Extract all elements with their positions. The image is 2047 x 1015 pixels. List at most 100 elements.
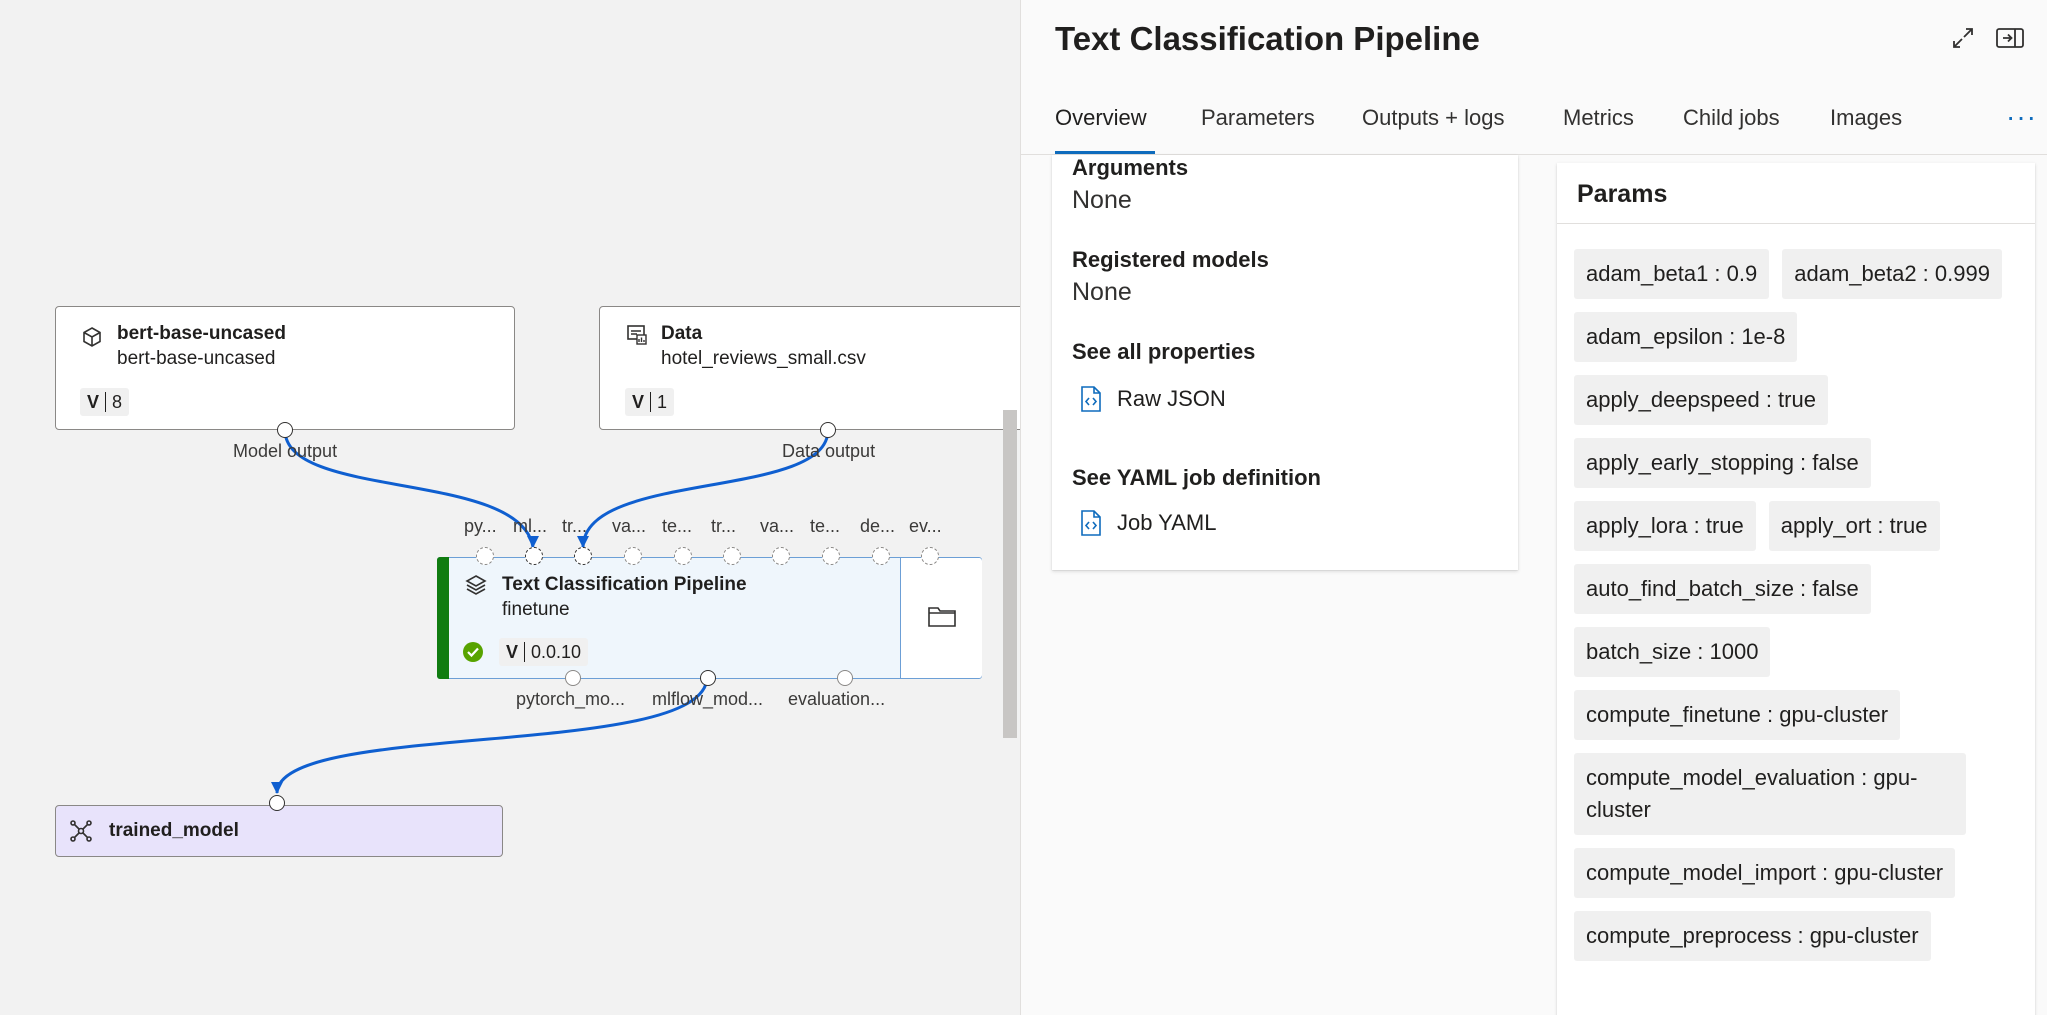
code-file-icon (1081, 510, 1101, 536)
port-label-model-output: Model output (233, 441, 338, 461)
node-data[interactable]: Data hotel_reviews_small.csv V 1 (599, 306, 1020, 430)
input-label: tr... (711, 516, 737, 536)
tab-parameters[interactable]: Parameters (1201, 105, 1315, 131)
edge-pipeline-to-trained (275, 676, 709, 794)
node-title: bert-base-uncased (117, 323, 286, 344)
version-badge: V 1 (625, 388, 675, 416)
node-subtitle: finetune (502, 599, 570, 620)
status-bar (437, 557, 449, 679)
node-trained-model[interactable]: trained_model (55, 805, 503, 857)
job-yaml-link[interactable]: Job YAML (1079, 509, 1216, 537)
param-chip: compute_preprocess : gpu-cluster (1574, 911, 1931, 961)
params-title: Params (1577, 180, 1668, 208)
input-port[interactable] (624, 547, 642, 565)
raw-json-label: Raw JSON (1117, 386, 1226, 411)
output-port-evaluation[interactable] (837, 670, 853, 686)
see-all-properties-label: See all properties (1072, 339, 1256, 364)
version-prefix: V (87, 392, 107, 412)
params-header: Params (1557, 163, 2035, 224)
params-list: adam_beta1 : 0.9 adam_beta2 : 0.999 adam… (1574, 249, 2014, 961)
input-port-trained-model[interactable] (269, 795, 285, 811)
node-title: Data (661, 323, 703, 344)
tab-metrics[interactable]: Metrics (1563, 105, 1634, 131)
node-subtitle: bert-base-uncased (117, 348, 276, 369)
folder-icon[interactable] (927, 604, 957, 628)
edge-arrow-3 (271, 782, 283, 794)
node-subtitle: hotel_reviews_small.csv (661, 348, 866, 369)
param-chip: batch_size : 1000 (1574, 627, 1771, 677)
input-label: te... (810, 516, 841, 536)
param-chip: apply_lora : true (1574, 501, 1756, 551)
check-circle-icon (463, 642, 483, 662)
version-prefix: V (632, 392, 652, 412)
arguments-label: Arguments (1072, 155, 1189, 180)
param-chip: adam_beta2 : 0.999 (1782, 249, 2002, 299)
input-label: va... (612, 516, 647, 536)
param-chip: apply_deepspeed : true (1574, 375, 1828, 425)
port-label-data-output: Data output (782, 441, 876, 461)
version-badge: V 8 (80, 388, 130, 416)
dataset-icon (627, 325, 647, 345)
param-chip: compute_finetune : gpu-cluster (1574, 690, 1901, 740)
input-port[interactable] (476, 547, 494, 565)
version-value: 0.0.10 (531, 641, 582, 662)
input-label: tr... (562, 516, 588, 536)
port-model-output[interactable] (277, 422, 293, 438)
input-label: te... (662, 516, 693, 536)
canvas-scrollbar[interactable] (1003, 410, 1017, 738)
layers-icon (465, 575, 487, 595)
input-port[interactable] (921, 547, 939, 565)
input-port[interactable] (674, 547, 692, 565)
node-bert-base-uncased[interactable]: bert-base-uncased bert-base-uncased V 8 (55, 306, 515, 430)
input-port[interactable] (723, 547, 741, 565)
param-chip: apply_early_stopping : false (1574, 438, 1871, 488)
tab-bar: Overview Parameters Outputs + logs Metri… (1021, 95, 2047, 155)
registered-models-value: None (1072, 278, 1132, 306)
raw-json-link[interactable]: Raw JSON (1079, 385, 1226, 413)
input-label: de... (860, 516, 896, 536)
output-port-pytorch[interactable] (565, 670, 581, 686)
output-label: mlflow_mod... (652, 689, 764, 709)
tab-images[interactable]: Images (1830, 105, 1902, 131)
dock-right-icon[interactable] (1994, 22, 2026, 54)
input-label: ml... (513, 516, 547, 536)
input-port[interactable] (525, 547, 543, 565)
version-badge: V 0.0.10 (499, 638, 589, 666)
param-chip: compute_model_import : gpu-cluster (1574, 848, 1956, 898)
input-port[interactable] (872, 547, 890, 565)
pipeline-canvas[interactable]: bert-base-uncased bert-base-uncased V 8 … (0, 0, 1020, 1015)
arguments-value: None (1072, 186, 1132, 214)
input-port[interactable] (822, 547, 840, 565)
param-chip: compute_model_evaluation : gpu-cluster (1574, 753, 1966, 835)
details-panel: Text Classification Pipeline Overview Pa… (1020, 0, 2047, 1015)
param-chip: adam_epsilon : 1e-8 (1574, 312, 1798, 362)
params-card: Params adam_beta1 : 0.9 adam_beta2 : 0.9… (1557, 163, 2035, 1015)
param-chip: auto_find_batch_size : false (1574, 564, 1871, 614)
tab-overview[interactable]: Overview (1055, 105, 1147, 131)
version-prefix: V (506, 642, 526, 662)
network-icon (70, 820, 92, 842)
registered-models-label: Registered models (1072, 247, 1269, 272)
cube-icon (83, 327, 101, 347)
param-chip: apply_ort : true (1768, 501, 1940, 551)
node-text-classification-pipeline[interactable]: Text Classification Pipeline finetune V … (437, 557, 982, 679)
version-value: 8 (112, 391, 123, 412)
see-yaml-label: See YAML job definition (1072, 465, 1321, 490)
input-port[interactable] (574, 547, 592, 565)
pipeline-side-panel[interactable] (900, 558, 982, 678)
port-data-output[interactable] (820, 422, 836, 438)
input-label: py... (464, 516, 497, 536)
output-port-mlflow[interactable] (700, 670, 716, 686)
active-tab-indicator (1055, 151, 1155, 154)
input-port[interactable] (772, 547, 790, 565)
tab-child-jobs[interactable]: Child jobs (1683, 105, 1780, 131)
output-label: pytorch_mo... (516, 689, 626, 709)
job-yaml-label: Job YAML (1117, 510, 1217, 535)
param-chip: adam_beta1 : 0.9 (1574, 249, 1770, 299)
expand-icon[interactable] (1947, 22, 1979, 54)
edges-layer (271, 429, 830, 794)
code-file-icon (1081, 386, 1101, 412)
more-tabs-button[interactable]: ··· (2006, 101, 2037, 133)
properties-card: Arguments None Registered models None Se… (1052, 155, 1518, 570)
tab-outputs-logs[interactable]: Outputs + logs (1362, 105, 1504, 131)
